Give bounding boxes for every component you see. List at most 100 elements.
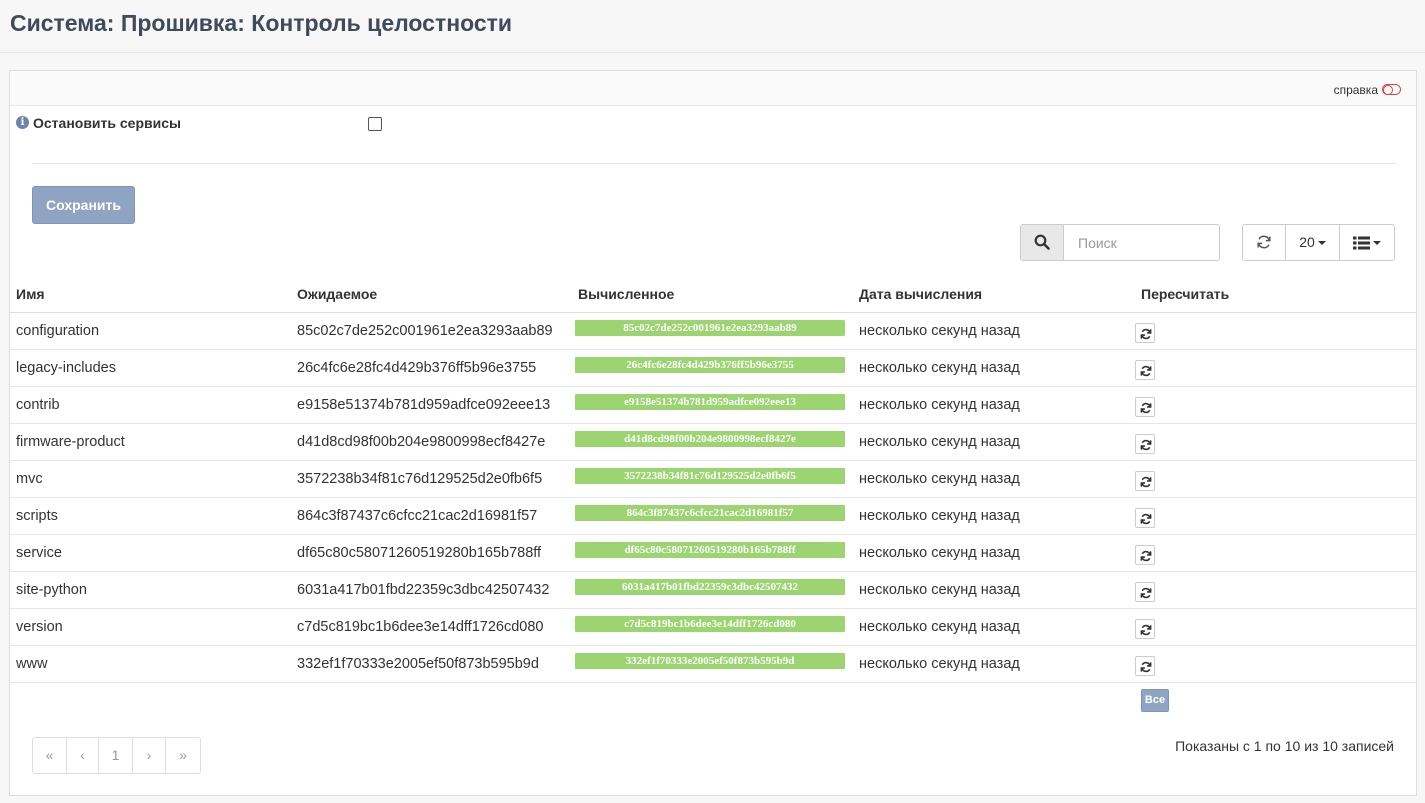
row-date: несколько секунд назад — [853, 349, 1135, 387]
row-name: scripts — [10, 497, 291, 535]
recalc-icon — [1140, 439, 1152, 450]
recalc-button[interactable] — [1135, 581, 1155, 602]
info-icon[interactable]: i — [16, 116, 29, 129]
row-date: несколько секунд назад — [853, 571, 1135, 609]
recalc-button[interactable] — [1135, 655, 1155, 676]
prev-page-button[interactable]: ‹ — [67, 738, 99, 773]
row-date: несколько секунд назад — [853, 460, 1135, 498]
computed-hash-badge: 6031a417b01fbd22359c3dbc42507432 — [575, 578, 845, 595]
row-name: mvc — [10, 460, 291, 498]
table-row: legacy-includes 26c4fc6e28fc4d429b376ff5b… — [10, 349, 1416, 387]
row-expected-hash: 85c02c7de252c001961e2ea3293aab89 — [291, 312, 572, 350]
integrity-panel: справка i Остановить сервисы Сохранить 2… — [9, 70, 1417, 796]
stop-services-checkbox[interactable] — [368, 117, 382, 131]
chevron-down-icon — [1317, 241, 1326, 246]
computed-hash-badge: df65c80c58071260519280b165b788ff — [575, 541, 845, 558]
table-row: version c7d5c819bc1b6dee3e14dff1726cd080 c… — [10, 608, 1416, 646]
page-number-button[interactable]: 1 — [99, 738, 133, 773]
row-date: несколько секунд назад — [853, 497, 1135, 535]
column-header-name[interactable]: Имя — [10, 276, 291, 313]
row-expected-hash: d41d8cd98f00b204e9800998ecf8427e — [291, 423, 572, 461]
row-date: несколько секунд назад — [853, 312, 1135, 350]
recalc-button[interactable] — [1135, 396, 1155, 417]
row-recalc-cell — [1135, 645, 1416, 683]
row-expected-hash: 332ef1f70333e2005ef50f873b595b9d — [291, 645, 572, 683]
row-computed-cell: 864c3f87437c6cfcc21cac2d16981f57 — [572, 497, 853, 535]
page-size-value: 20 — [1299, 234, 1315, 250]
search-icon[interactable] — [1021, 225, 1064, 260]
column-header-recalc[interactable]: Пересчитать — [1135, 276, 1416, 313]
page-header: Система: Прошивка: Контроль целостности — [0, 0, 1425, 53]
computed-hash-badge: 3572238b34f81c76d129525d2e0fb6f5 — [575, 467, 845, 484]
columns-dropdown[interactable] — [1340, 225, 1394, 260]
recalc-button[interactable] — [1135, 322, 1155, 343]
recalc-icon — [1140, 587, 1152, 598]
row-computed-cell: 3572238b34f81c76d129525d2e0fb6f5 — [572, 460, 853, 498]
search-input[interactable] — [1065, 225, 1219, 260]
computed-hash-badge: 85c02c7de252c001961e2ea3293aab89 — [575, 319, 845, 336]
row-recalc-cell — [1135, 386, 1416, 424]
recalc-icon — [1140, 476, 1152, 487]
refresh-button[interactable] — [1243, 225, 1286, 260]
row-recalc-cell — [1135, 497, 1416, 535]
computed-hash-badge: 864c3f87437c6cfcc21cac2d16981f57 — [575, 504, 845, 521]
recalc-icon — [1140, 550, 1152, 561]
recalc-button[interactable] — [1135, 507, 1155, 528]
row-date: несколько секунд назад — [853, 608, 1135, 646]
recalc-button[interactable] — [1135, 544, 1155, 565]
row-expected-hash: 26c4fc6e28fc4d429b376ff5b96e3755 — [291, 349, 572, 387]
recalc-icon — [1140, 328, 1152, 339]
row-recalc-cell — [1135, 460, 1416, 498]
row-name: configuration — [10, 312, 291, 350]
next-page-button[interactable]: › — [133, 738, 166, 773]
column-header-computed[interactable]: Вычисленное — [572, 276, 853, 313]
recalc-button[interactable] — [1135, 470, 1155, 491]
table-row: service df65c80c58071260519280b165b788ff d… — [10, 534, 1416, 572]
column-header-expected[interactable]: Ожидаемое — [291, 276, 572, 313]
row-expected-hash: df65c80c58071260519280b165b788ff — [291, 534, 572, 572]
row-recalc-cell — [1135, 534, 1416, 572]
row-name: firmware-product — [10, 423, 291, 461]
recalc-icon — [1140, 402, 1152, 413]
row-expected-hash: 6031a417b01fbd22359c3dbc42507432 — [291, 571, 572, 609]
column-header-date[interactable]: Дата вычисления — [853, 276, 1135, 313]
divider — [32, 163, 1396, 164]
row-date: несколько секунд назад — [853, 534, 1135, 572]
recalc-icon — [1140, 661, 1152, 672]
row-expected-hash: c7d5c819bc1b6dee3e14dff1726cd080 — [291, 608, 572, 646]
save-button[interactable]: Сохранить — [32, 186, 135, 224]
row-date: несколько секунд назад — [853, 645, 1135, 683]
refresh-icon — [1257, 235, 1271, 249]
toggle-icon[interactable] — [1382, 84, 1401, 95]
recalc-button[interactable] — [1135, 618, 1155, 639]
page-size-dropdown[interactable]: 20 — [1286, 225, 1340, 260]
row-name: service — [10, 534, 291, 572]
chevron-down-icon — [1373, 241, 1381, 246]
table-row: contrib e9158e51374b781d959adfce092eee13 e… — [10, 386, 1416, 424]
first-page-button[interactable]: « — [33, 738, 67, 773]
computed-hash-badge: 332ef1f70333e2005ef50f873b595b9d — [575, 652, 845, 669]
computed-hash-badge: d41d8cd98f00b204e9800998ecf8427e — [575, 430, 845, 447]
computed-hash-badge: e9158e51374b781d959adfce092eee13 — [575, 393, 845, 410]
row-computed-cell: 332ef1f70333e2005ef50f873b595b9d — [572, 645, 853, 683]
table-row: mvc 3572238b34f81c76d129525d2e0fb6f5 35722… — [10, 460, 1416, 498]
recalc-icon — [1140, 624, 1152, 635]
pagination: « ‹ 1 › » — [32, 737, 201, 774]
recalc-icon — [1140, 365, 1152, 376]
row-name: site-python — [10, 571, 291, 609]
row-expected-hash: 3572238b34f81c76d129525d2e0fb6f5 — [291, 460, 572, 498]
row-recalc-cell — [1135, 349, 1416, 387]
row-expected-hash: e9158e51374b781d959adfce092eee13 — [291, 386, 572, 424]
last-page-button[interactable]: » — [166, 738, 200, 773]
help-bar: справка — [10, 71, 1416, 106]
recalc-all-button[interactable]: Все — [1141, 689, 1169, 712]
list-columns-icon — [1353, 236, 1370, 250]
recalc-button[interactable] — [1135, 433, 1155, 454]
recalc-button[interactable] — [1135, 359, 1155, 380]
integrity-table: Имя Ожидаемое Вычисленное Дата вычислени… — [10, 276, 1416, 683]
recalc-icon — [1140, 513, 1152, 524]
search-group — [1020, 224, 1220, 261]
row-recalc-cell — [1135, 423, 1416, 461]
row-recalc-cell — [1135, 312, 1416, 350]
help-link[interactable]: справка — [1334, 83, 1378, 97]
